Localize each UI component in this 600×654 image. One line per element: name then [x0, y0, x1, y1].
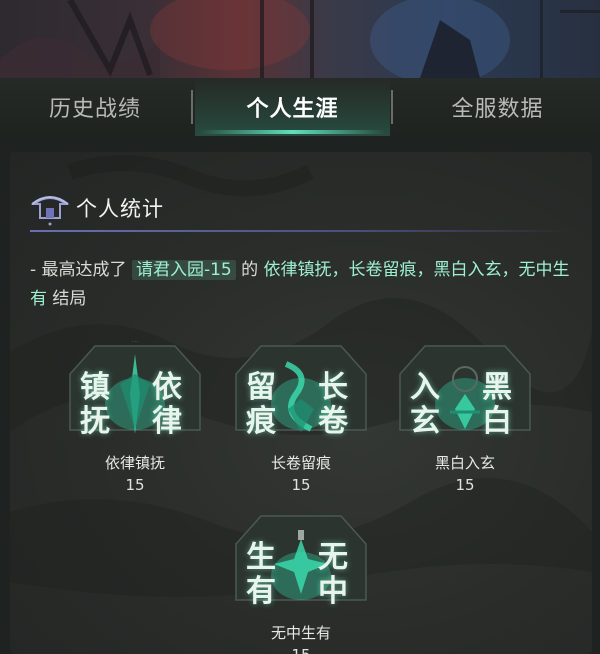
badge-count: 15 [455, 476, 475, 494]
ending-badge[interactable]: · · · 镇 抚 依 律 依律镇抚 15 [50, 334, 220, 494]
badge-glyph: 有 [246, 574, 276, 609]
badge-emblem-icon [235, 515, 367, 601]
tab-server-data[interactable]: 全服数据 [395, 78, 600, 136]
summary-middle: 的 [235, 260, 264, 280]
badge-glyph: 玄 [410, 404, 440, 439]
badge-glyph: 白 [482, 404, 512, 439]
ending-badge[interactable]: 留 痕 长 卷 长卷留痕 15 [216, 334, 386, 494]
banner-artwork [0, 0, 600, 78]
summary-level: 请君入园-15 [131, 260, 236, 280]
ending-badge[interactable]: 入 玄 黑 白 黑白入玄 15 [380, 334, 550, 494]
section-header: 个人统计 [30, 188, 164, 228]
badge-glyph: 中 [318, 574, 348, 609]
tab-bar: 历史战绩 个人生涯 全服数据 [0, 78, 600, 136]
section-divider [30, 230, 575, 232]
badge-name: 长卷留痕 [270, 454, 331, 472]
summary-text: - 最高达成了 请君入园-15 的 依律镇抚，长卷留痕，黑白入玄，无中生有 结局 [30, 256, 570, 314]
badge-glyph: 律 [152, 404, 182, 439]
stats-panel: 个人统计 - 最高达成了 请君入园-15 的 依律镇抚，长卷留痕，黑白入玄，无中… [10, 152, 592, 654]
tab-personal-career[interactable]: 个人生涯 [195, 78, 390, 136]
tab-divider [191, 90, 193, 124]
badge-count: 15 [291, 476, 311, 494]
badge-emblem-icon [399, 345, 531, 431]
badge-name: 依律镇抚 [104, 454, 165, 472]
section-title: 个人统计 [76, 197, 164, 221]
active-tab-indicator [200, 130, 385, 134]
tab-divider [391, 90, 393, 124]
badge-name: 无中生有 [270, 624, 331, 642]
badge-name: 黑白入玄 [434, 454, 495, 472]
badge-glyph: 抚 [80, 404, 110, 439]
pavilion-icon [30, 196, 70, 226]
tab-history-record[interactable]: 历史战绩 [0, 78, 190, 136]
badge-glyph: 痕 [246, 404, 276, 439]
badge-glyph: 卷 [318, 404, 348, 439]
badge-emblem-icon: · · · [69, 339, 201, 434]
badge-emblem-icon [235, 345, 367, 432]
svg-text:· · ·: · · · [132, 339, 138, 344]
ending-badge[interactable]: 生 有 无 中 无中生有 15 [216, 504, 386, 654]
summary-prefix: - 最高达成了 [30, 260, 132, 280]
badge-count: 15 [216, 646, 386, 654]
summary-suffix: 结局 [47, 289, 87, 309]
badge-count: 15 [125, 476, 145, 494]
